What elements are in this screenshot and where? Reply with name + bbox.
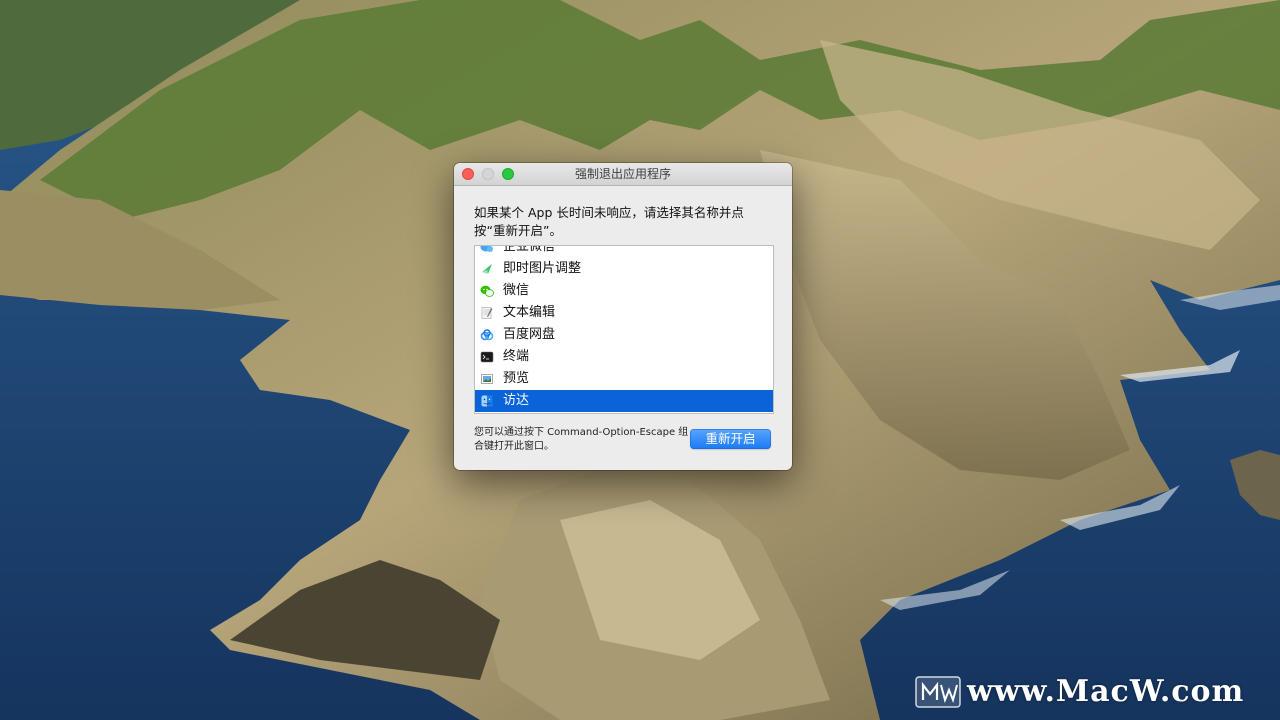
finder-icon bbox=[481, 395, 493, 407]
wechat-icon bbox=[480, 285, 494, 297]
textedit-icon bbox=[481, 307, 493, 319]
app-row-baidu-netdisk[interactable]: 百度网盘 bbox=[475, 324, 773, 346]
app-label: 文本编辑 bbox=[503, 305, 556, 320]
app-row-wechat[interactable]: 微信 bbox=[475, 280, 773, 302]
watermark: www.MacW.com bbox=[915, 670, 1275, 714]
app-list-content: 企业微信 即时图片调整 微信 文本编辑 百度网盘 终端 预览 访达 bbox=[475, 245, 773, 412]
app-label: 即时图片调整 bbox=[503, 261, 582, 276]
instruction-message: 如果某个 App 长时间未响应，请选择其名称并点按“重新开启”。 bbox=[474, 205, 744, 238]
shortcut-hint: 您可以通过按下 Command-Option-Escape 组合键打开此窗口。 bbox=[474, 427, 689, 452]
wecom-icon bbox=[480, 246, 493, 252]
image-tuner-icon bbox=[482, 264, 492, 274]
app-label: 预览 bbox=[503, 371, 530, 386]
preview-icon bbox=[481, 374, 493, 384]
force-quit-window: 强制退出应用程序 如果某个 App 长时间未响应，请选择其名称并点按“重新开启”… bbox=[454, 163, 792, 470]
desktop: 强制退出应用程序 如果某个 App 长时间未响应，请选择其名称并点按“重新开启”… bbox=[0, 0, 1280, 720]
app-list[interactable]: 企业微信 即时图片调整 微信 文本编辑 百度网盘 终端 预览 访达 bbox=[474, 245, 774, 414]
app-row-finder[interactable]: 访达 bbox=[475, 390, 773, 412]
app-label: 百度网盘 bbox=[503, 327, 556, 342]
baidu-netdisk-icon bbox=[480, 329, 494, 341]
app-row-wecom[interactable]: 企业微信 bbox=[475, 245, 773, 258]
app-label: 终端 bbox=[503, 349, 530, 364]
app-label: 企业微信 bbox=[503, 245, 556, 254]
app-label: 微信 bbox=[503, 283, 530, 298]
app-row-textedit[interactable]: 文本编辑 bbox=[475, 302, 773, 324]
window-titlebar[interactable]: 强制退出应用程序 bbox=[454, 163, 792, 186]
window-title: 强制退出应用程序 bbox=[574, 167, 671, 181]
app-label: 访达 bbox=[503, 393, 530, 408]
app-row-preview[interactable]: 预览 bbox=[475, 368, 773, 390]
app-row-image-tuner[interactable]: 即时图片调整 bbox=[475, 258, 773, 280]
watermark-text: www.MacW.com bbox=[967, 674, 1245, 709]
app-row-terminal[interactable]: 终端 bbox=[475, 346, 773, 368]
macw-logo-icon bbox=[915, 676, 961, 708]
relaunch-button[interactable]: 重新开启 bbox=[690, 429, 771, 449]
terminal-icon bbox=[480, 351, 494, 363]
